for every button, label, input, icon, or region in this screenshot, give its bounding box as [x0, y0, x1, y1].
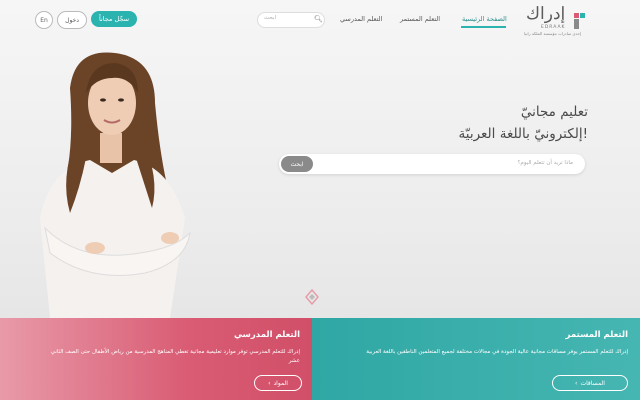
continuing-learning-panel: التعلم المستمر إدراك للتعلم المستمر يوفر… — [312, 318, 640, 400]
course-search-button[interactable]: ابحث — [281, 156, 313, 172]
school-materials-label: المواد — [273, 379, 288, 387]
header-search-placeholder: ابحث — [264, 15, 277, 21]
hero-title-line2: إلكترونيّ باللغة العربيّة! — [458, 126, 588, 142]
site-header: En دخول سجّل مجاناً ابحث 🔍︎ التعلم المدر… — [0, 0, 640, 40]
school-panel-title: التعلم المدرسي — [233, 330, 300, 340]
hero-portrait-image — [40, 52, 191, 318]
nav-continuing-learning[interactable]: التعلم المستمر — [400, 15, 440, 23]
continuing-panel-title: التعلم المستمر — [565, 330, 628, 340]
school-panel-text: إدراك للتعلم المدرسي توفر موارد تعليمية … — [50, 349, 300, 364]
logo-text[interactable]: إدراك — [526, 4, 565, 24]
edraak-logo-icon[interactable] — [572, 9, 588, 31]
header-search-input[interactable]: ابحث 🔍︎ — [257, 12, 325, 28]
decorative-logo-icon — [305, 288, 319, 306]
nav-home[interactable]: الصفحة الرئيسية — [462, 15, 507, 23]
logo-tagline: إحدى مبادرات مؤسسة الملكة رانيا — [524, 31, 582, 36]
logo-latin: EDRAAK — [541, 25, 566, 30]
search-icon[interactable]: 🔍︎ — [314, 15, 323, 23]
signup-button[interactable]: سجّل مجاناً — [91, 11, 137, 27]
courses-button[interactable]: ‹ المساقات — [552, 375, 628, 391]
course-search-input[interactable]: ماذا تريد أن تتعلم اليوم؟ ابحث — [279, 154, 585, 174]
course-search-placeholder: ماذا تريد أن تتعلم اليوم؟ — [517, 160, 574, 166]
school-materials-button[interactable]: ‹ المواد — [254, 375, 302, 391]
nav-school-learning[interactable]: التعلم المدرسي — [340, 15, 382, 23]
hero-title-line1: تعليم مجانيّ — [520, 104, 588, 120]
login-button[interactable]: دخول — [57, 11, 87, 29]
language-toggle-button[interactable]: En — [35, 11, 53, 29]
continuing-panel-text: إدراك للتعلم المستمر يوفر مساقات مجانية … — [366, 349, 628, 355]
school-learning-panel: التعلم المدرسي إدراك للتعلم المدرسي توفر… — [0, 318, 312, 400]
nav-active-indicator — [461, 26, 506, 28]
chevron-left-icon: ‹ — [575, 379, 578, 387]
courses-button-label: المساقات — [580, 379, 605, 387]
chevron-left-icon: ‹ — [268, 379, 271, 387]
